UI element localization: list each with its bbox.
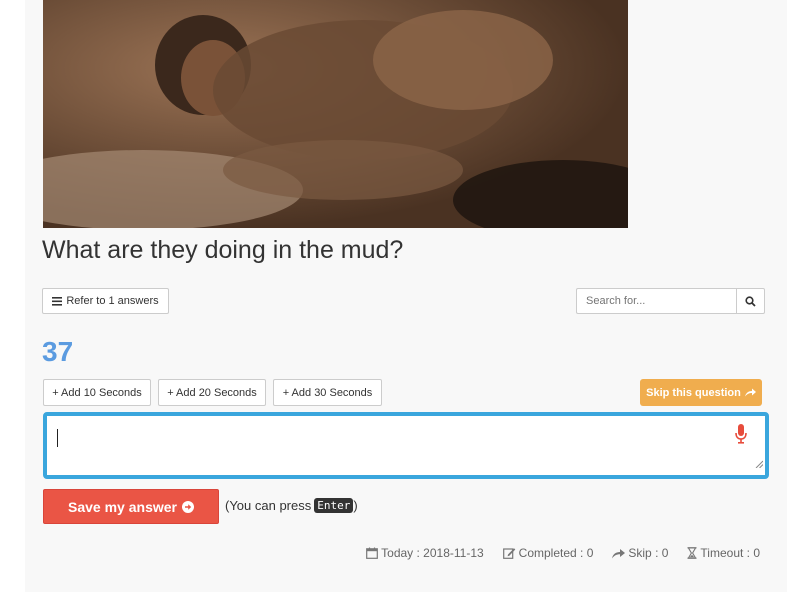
stat-completed: Completed : 0 xyxy=(502,546,594,560)
add-30-seconds-button[interactable]: + Add 30 Seconds xyxy=(273,379,382,406)
stat-skip: Skip : 0 xyxy=(612,546,668,560)
refer-answers-button[interactable]: Refer to 1 answers xyxy=(42,288,169,314)
list-icon xyxy=(52,296,63,306)
edit-icon xyxy=(502,547,516,559)
enter-hint: (You can press Enter ) xyxy=(225,498,358,513)
skip-question-button[interactable]: Skip this question xyxy=(640,379,762,406)
refer-answers-label: Refer to 1 answers xyxy=(66,295,159,307)
add-20-seconds-button[interactable]: + Add 20 Seconds xyxy=(158,379,266,406)
microphone-icon[interactable] xyxy=(735,424,747,449)
question-image xyxy=(43,0,628,228)
share-icon xyxy=(612,548,626,559)
skip-question-label: Skip this question xyxy=(646,386,741,399)
arrow-circle-right-icon xyxy=(181,500,194,513)
save-answer-button[interactable]: Save my answer xyxy=(43,489,219,524)
search-icon xyxy=(745,295,756,307)
answer-textarea[interactable] xyxy=(43,412,769,479)
text-caret xyxy=(57,429,58,447)
hourglass-icon xyxy=(687,547,697,559)
question-title: What are they doing in the mud? xyxy=(42,236,404,264)
search-group xyxy=(576,288,765,314)
enter-key-badge: Enter xyxy=(314,498,354,513)
search-input[interactable] xyxy=(576,288,736,314)
stat-completed-text: Completed : 0 xyxy=(518,546,594,560)
search-button[interactable] xyxy=(736,288,765,314)
add-10-seconds-button[interactable]: + Add 10 Seconds xyxy=(43,379,151,406)
mud-photo-illustration xyxy=(43,0,628,228)
save-answer-label: Save my answer xyxy=(68,498,177,515)
stat-skip-text: Skip : 0 xyxy=(628,546,669,560)
countdown-timer: 37 xyxy=(42,336,74,367)
stat-timeout-text: Timeout : 0 xyxy=(700,546,760,560)
calendar-icon xyxy=(366,547,379,559)
stat-timeout: Timeout : 0 xyxy=(687,546,760,560)
stats-bar: Today : 2018-11-13 Completed : 0 Skip : … xyxy=(366,546,760,560)
stat-today-text: Today : 2018-11-13 xyxy=(381,546,484,560)
resize-handle-icon[interactable] xyxy=(755,455,764,473)
hint-suffix: ) xyxy=(353,498,358,513)
hint-prefix: (You can press xyxy=(225,498,312,513)
stat-today: Today : 2018-11-13 xyxy=(366,546,484,560)
share-arrow-icon xyxy=(744,388,756,397)
